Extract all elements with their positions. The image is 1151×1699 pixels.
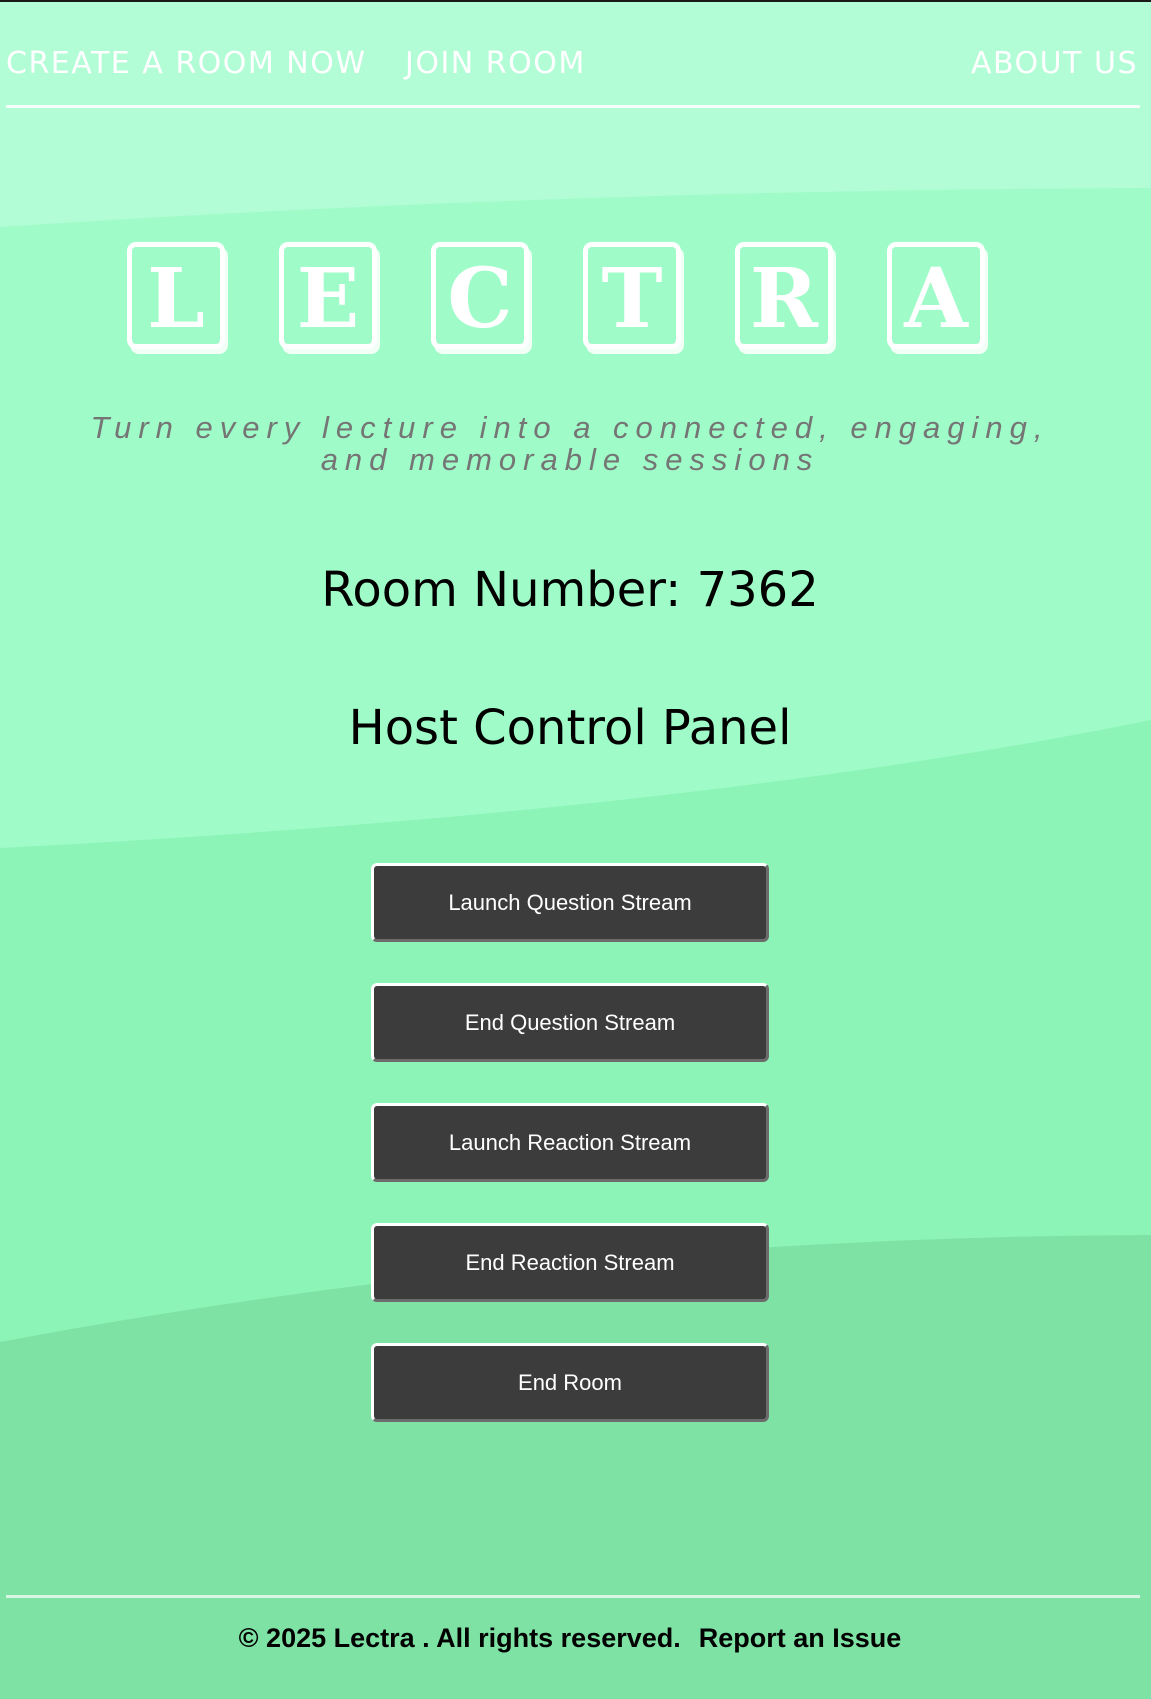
nav-divider: [6, 105, 1140, 108]
footer-divider: [6, 1595, 1140, 1598]
top-nav: CREATE A ROOM NOW JOIN ROOM ABOUT US: [0, 2, 1148, 110]
launch-reaction-stream-button[interactable]: Launch Reaction Stream: [371, 1103, 769, 1182]
logo-tile-l: L: [127, 242, 225, 349]
tagline: Turn every lecture into a connected, eng…: [90, 410, 1050, 477]
logo-letter: C: [447, 250, 513, 347]
logo-tile-a: A: [887, 242, 985, 349]
logo-tile-r: R: [735, 242, 833, 349]
footer-copyright: © 2025 Lectra . All rights reserved.: [238, 1623, 681, 1653]
end-room-button[interactable]: End Room: [371, 1343, 769, 1422]
footer: © 2025 Lectra . All rights reserved. Repo…: [0, 1623, 1140, 1654]
logo-letter: L: [147, 250, 205, 347]
host-controls: Launch Question Stream End Question Stre…: [371, 863, 769, 1463]
end-question-stream-button[interactable]: End Question Stream: [371, 983, 769, 1062]
logo-tile-c: C: [431, 242, 529, 349]
nav-join-room-link[interactable]: JOIN ROOM: [405, 46, 586, 82]
report-issue-link[interactable]: Report an Issue: [699, 1623, 902, 1653]
room-number: Room Number: 7362: [321, 562, 819, 618]
logo-letter: R: [749, 250, 819, 347]
logo-letter: T: [601, 250, 663, 347]
logo-letter: A: [904, 250, 968, 347]
lectra-logo: L E C T R A: [127, 242, 997, 360]
nav-about-us-link[interactable]: ABOUT US: [971, 46, 1138, 82]
host-control-panel-title: Host Control Panel: [348, 700, 792, 756]
logo-tile-t: T: [583, 242, 681, 349]
page: CREATE A ROOM NOW JOIN ROOM ABOUT US L E…: [0, 2, 1148, 1697]
end-reaction-stream-button[interactable]: End Reaction Stream: [371, 1223, 769, 1302]
nav-create-room-link[interactable]: CREATE A ROOM NOW: [6, 46, 367, 82]
logo-letter: E: [296, 250, 360, 347]
logo-tile-e: E: [279, 242, 377, 349]
launch-question-stream-button[interactable]: Launch Question Stream: [371, 863, 769, 942]
